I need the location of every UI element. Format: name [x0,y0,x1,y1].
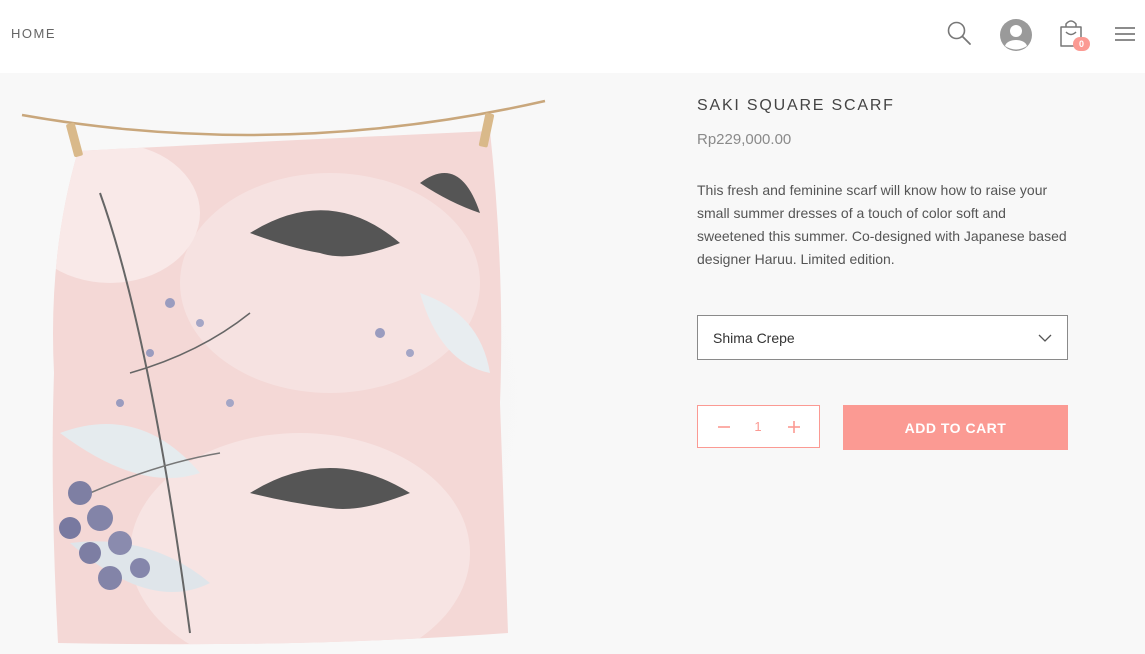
quantity-decrease-button[interactable] [704,406,744,447]
cart-count-badge: 0 [1073,37,1090,51]
variant-select[interactable]: Shima Crepe [697,315,1068,360]
add-to-cart-button[interactable]: ADD TO CART [843,405,1068,450]
quantity-value[interactable]: 1 [742,406,774,447]
product-title: SAKI SQUARE SCARF [697,97,895,114]
plus-icon [788,420,800,433]
nav-home-link[interactable]: HOME [11,26,56,41]
minus-icon [718,425,730,428]
variant-select-value: Shima Crepe [713,329,795,346]
quantity-stepper: 1 [697,405,820,448]
hamburger-menu-icon[interactable] [1113,22,1137,46]
account-avatar-icon[interactable] [999,18,1033,52]
product-image [0,73,580,654]
product-description: This fresh and feminine scarf will know … [697,182,1067,267]
site-header: HOME 0 [0,0,1145,73]
search-icon[interactable] [946,20,972,46]
chevron-down-icon [1037,331,1053,345]
product-price: Rp229,000.00 [697,131,792,148]
quantity-increase-button[interactable] [774,406,814,447]
